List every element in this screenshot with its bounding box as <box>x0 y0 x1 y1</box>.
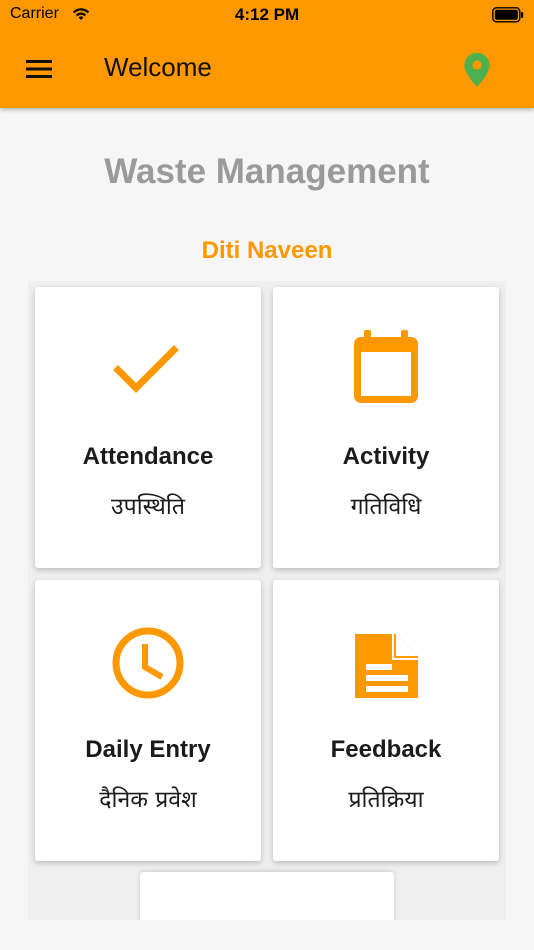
card-label-hindi: प्रतिक्रिया <box>348 787 424 813</box>
card-label-english: Activity <box>342 443 430 470</box>
status-bar: Carrier 4:12 PM <box>0 0 534 30</box>
clock-icon <box>108 620 188 700</box>
card-label-english: Attendance <box>82 443 214 470</box>
card-label-hindi: उपस्थिति <box>111 494 185 520</box>
checkmark-icon <box>108 327 188 407</box>
status-time: 4:12 PM <box>234 5 300 24</box>
activity-card[interactable]: Activity गतिविधि <box>273 287 499 568</box>
card-label-hindi: गतिविधि <box>350 494 422 520</box>
card-label-english: Daily Entry <box>85 736 211 763</box>
card-label-english: Feedback <box>330 736 442 763</box>
document-icon <box>346 620 426 700</box>
hamburger-menu-icon[interactable] <box>24 56 56 82</box>
page-title: Welcome <box>104 52 212 82</box>
feedback-card[interactable]: Feedback प्रतिक्रिया <box>273 580 499 861</box>
location-pin-icon[interactable] <box>462 51 492 89</box>
app-heading: Waste Management <box>104 152 430 191</box>
battery-icon <box>492 7 524 27</box>
attendance-card[interactable]: Attendance उपस्थिति <box>35 287 261 568</box>
app-bar: Carrier 4:12 PM Welcome <box>0 0 534 108</box>
calendar-icon <box>346 327 426 407</box>
bottom-area <box>0 920 534 950</box>
user-name: Diti Naveen <box>201 237 333 264</box>
daily-entry-card[interactable]: Daily Entry दैनिक प्रवेश <box>35 580 261 861</box>
card-label-hindi: दैनिक प्रवेश <box>99 787 197 813</box>
